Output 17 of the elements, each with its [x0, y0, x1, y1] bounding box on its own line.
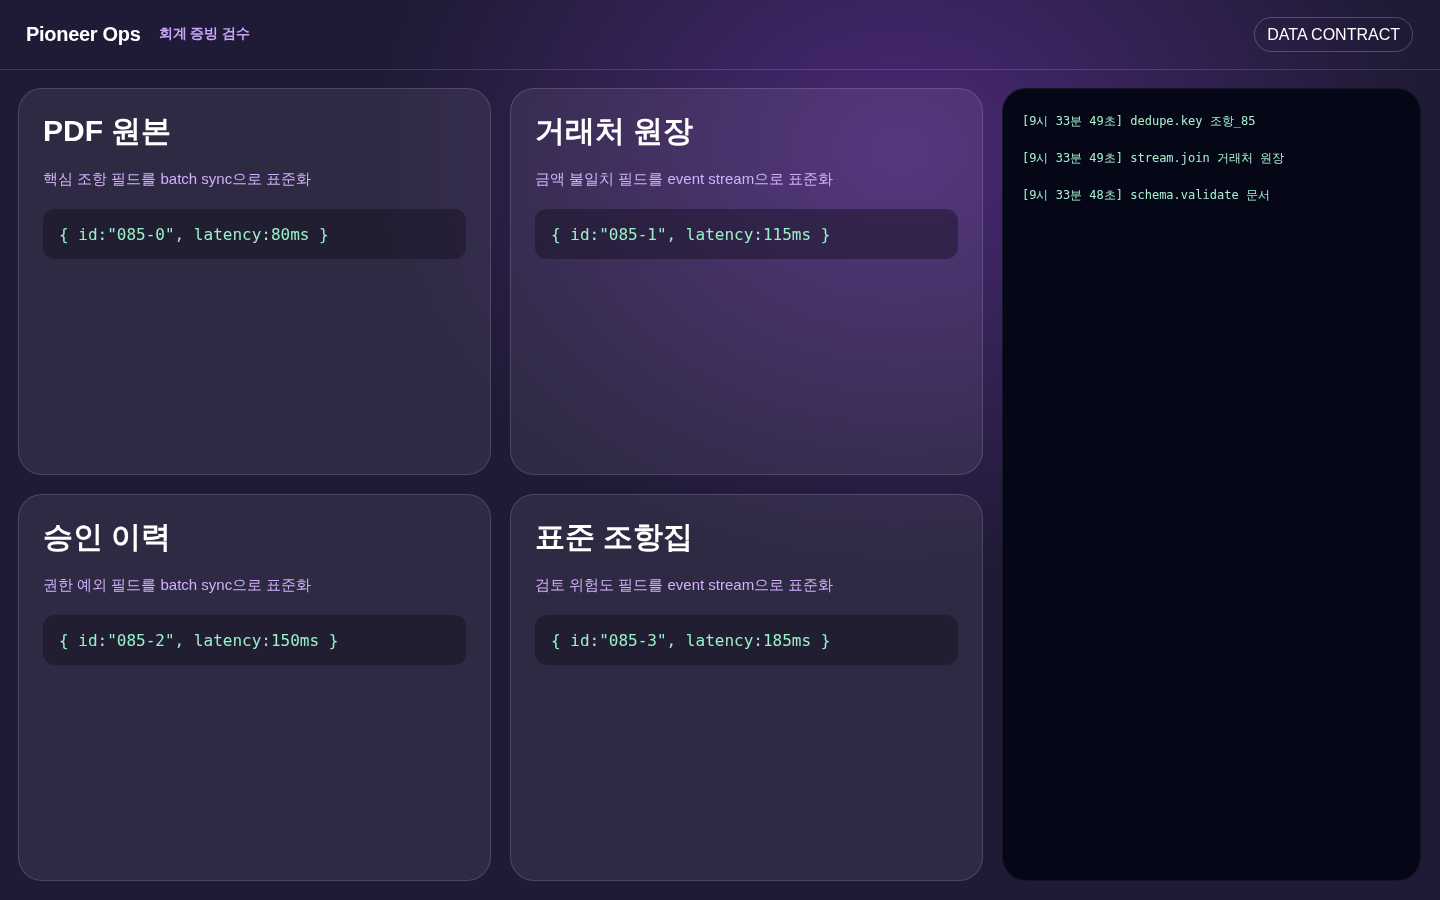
card-description: 검토 위험도 필드를 event stream으로 표준화 [535, 575, 834, 595]
code-snippet: { id:"085-3", latency:185ms } [535, 615, 958, 665]
card-title: 거래처 원장 [535, 113, 694, 149]
page-subtitle: 회계 증빙 검수 [158, 24, 251, 43]
code-snippet: { id:"085-2", latency:150ms } [43, 615, 466, 665]
card-title: 표준 조항집 [535, 519, 694, 555]
card-title: 승인 이력 [43, 519, 172, 555]
card-title: PDF 원본 [43, 113, 172, 149]
brand-name: Pioneer Ops [26, 23, 141, 46]
card-description: 금액 불일치 필드를 event stream으로 표준화 [535, 169, 834, 189]
code-snippet: { id:"085-1", latency:115ms } [535, 209, 958, 259]
code-snippet: { id:"085-0", latency:80ms } [43, 209, 466, 259]
log-line: [9시 33분 48초] schema.validate 문서 [1022, 187, 1270, 204]
card-description: 권한 예외 필드를 batch sync으로 표준화 [43, 575, 312, 595]
log-line: [9시 33분 49초] stream.join 거래처 원장 [1022, 150, 1285, 167]
card-description: 핵심 조항 필드를 batch sync으로 표준화 [43, 169, 312, 189]
log-line: [9시 33분 49초] dedupe.key 조항_85 [1022, 113, 1256, 130]
